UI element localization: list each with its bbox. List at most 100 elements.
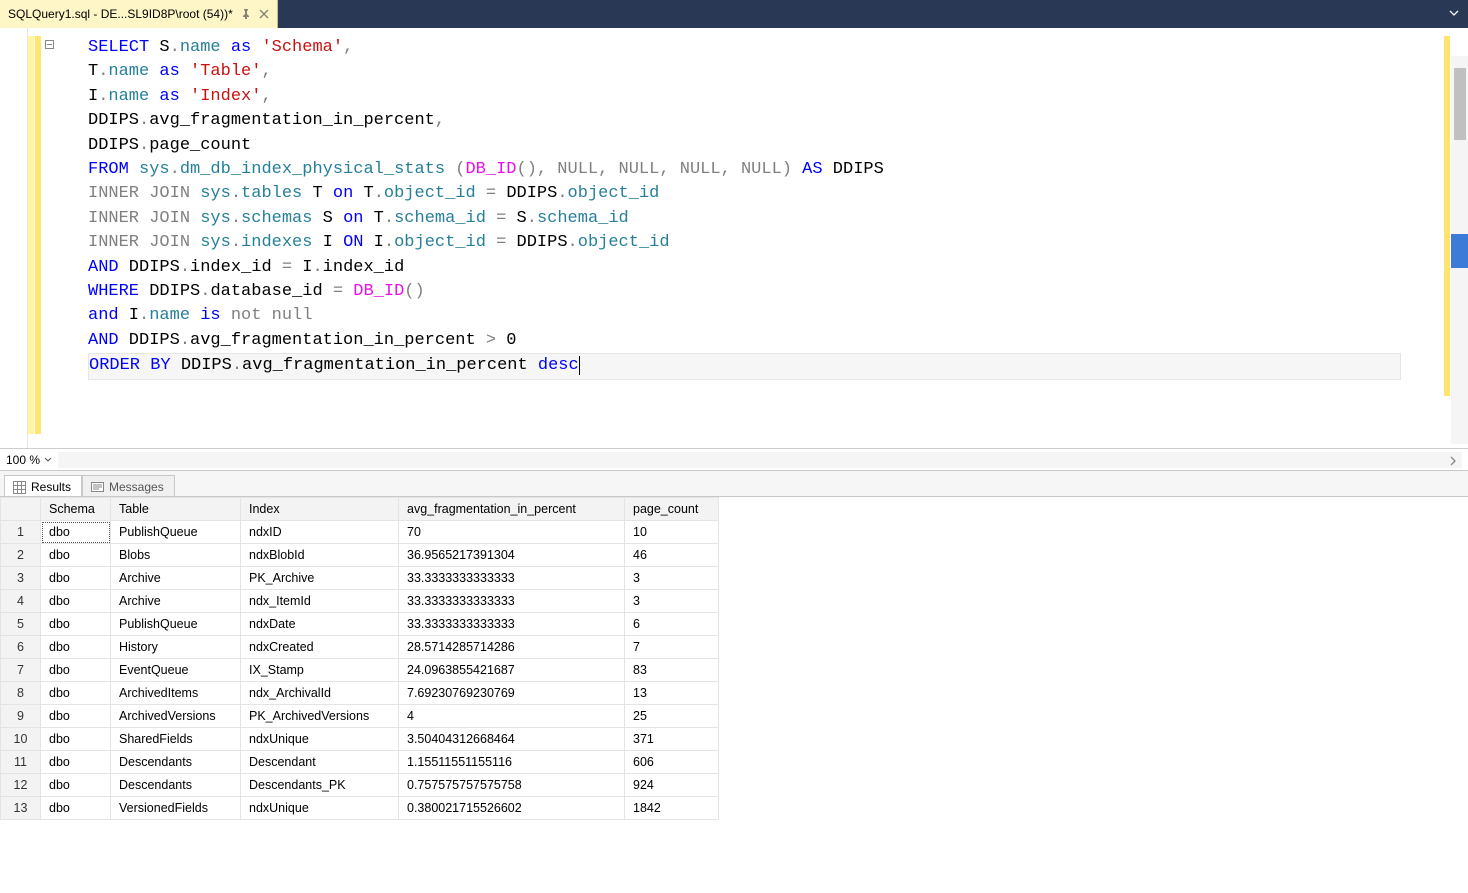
scrollbar-thumb[interactable] (1454, 68, 1466, 140)
cell-page[interactable]: 371 (625, 728, 719, 751)
col-index[interactable]: Index (241, 498, 399, 521)
col-frag[interactable]: avg_fragmentation_in_percent (399, 498, 625, 521)
cell-frag[interactable]: 1.15511551155116 (399, 751, 625, 774)
cell-index[interactable]: ndxDate (241, 613, 399, 636)
cell-table[interactable]: PublishQueue (111, 521, 241, 544)
cell-table[interactable]: Descendants (111, 751, 241, 774)
cell-page[interactable]: 606 (625, 751, 719, 774)
cell-schema[interactable]: dbo (41, 521, 111, 544)
table-row[interactable]: 3dboArchivePK_Archive33.33333333333333 (1, 567, 719, 590)
cell-page[interactable]: 7 (625, 636, 719, 659)
cell-schema[interactable]: dbo (41, 567, 111, 590)
cell-index[interactable]: Descendant (241, 751, 399, 774)
table-row[interactable]: 1dboPublishQueuendxID7010 (1, 521, 719, 544)
cell-table[interactable]: History (111, 636, 241, 659)
cell-page[interactable]: 924 (625, 774, 719, 797)
cell-table[interactable]: ArchivedVersions (111, 705, 241, 728)
table-row[interactable]: 7dboEventQueueIX_Stamp24.096385542168783 (1, 659, 719, 682)
cell-page[interactable]: 6 (625, 613, 719, 636)
cell-table[interactable]: SharedFields (111, 728, 241, 751)
cell-page[interactable]: 3 (625, 567, 719, 590)
cell-table[interactable]: ArchivedItems (111, 682, 241, 705)
cell-index[interactable]: ndx_ArchivalId (241, 682, 399, 705)
cell-schema[interactable]: dbo (41, 682, 111, 705)
cell-index[interactable]: PK_Archive (241, 567, 399, 590)
results-grid[interactable]: Schema Table Index avg_fragmentation_in_… (0, 496, 1468, 893)
cell-index[interactable]: ndxUnique (241, 728, 399, 751)
row-number[interactable]: 7 (1, 659, 41, 682)
cell-frag[interactable]: 70 (399, 521, 625, 544)
cell-frag[interactable]: 28.5714285714286 (399, 636, 625, 659)
table-row[interactable]: 4dboArchivendx_ItemId33.33333333333333 (1, 590, 719, 613)
row-number[interactable]: 11 (1, 751, 41, 774)
cell-frag[interactable]: 33.3333333333333 (399, 613, 625, 636)
row-number[interactable]: 9 (1, 705, 41, 728)
table-row[interactable]: 9dboArchivedVersionsPK_ArchivedVersions4… (1, 705, 719, 728)
code-content[interactable]: SELECT S.name as 'Schema', T.name as 'Ta… (28, 28, 1401, 448)
cell-schema[interactable]: dbo (41, 774, 111, 797)
col-schema[interactable]: Schema (41, 498, 111, 521)
cell-page[interactable]: 25 (625, 705, 719, 728)
cell-index[interactable]: ndxCreated (241, 636, 399, 659)
row-number[interactable]: 12 (1, 774, 41, 797)
cell-page[interactable]: 13 (625, 682, 719, 705)
cell-page[interactable]: 3 (625, 590, 719, 613)
cell-schema[interactable]: dbo (41, 636, 111, 659)
cell-table[interactable]: VersionedFields (111, 797, 241, 820)
cell-page[interactable]: 46 (625, 544, 719, 567)
row-number[interactable]: 1 (1, 521, 41, 544)
tab-overflow-icon[interactable] (1448, 7, 1462, 21)
table-row[interactable]: 8dboArchivedItemsndx_ArchivalId7.6923076… (1, 682, 719, 705)
row-number[interactable]: 3 (1, 567, 41, 590)
col-table[interactable]: Table (111, 498, 241, 521)
cell-index[interactable]: IX_Stamp (241, 659, 399, 682)
table-row[interactable]: 12dboDescendantsDescendants_PK0.75757575… (1, 774, 719, 797)
row-number[interactable]: 10 (1, 728, 41, 751)
zoom-dropdown-icon[interactable] (44, 452, 52, 467)
pin-icon[interactable] (241, 9, 251, 19)
table-row[interactable]: 6dboHistoryndxCreated28.57142857142867 (1, 636, 719, 659)
cell-schema[interactable]: dbo (41, 613, 111, 636)
cell-table[interactable]: PublishQueue (111, 613, 241, 636)
cell-frag[interactable]: 36.9565217391304 (399, 544, 625, 567)
cell-schema[interactable]: dbo (41, 659, 111, 682)
cell-page[interactable]: 1842 (625, 797, 719, 820)
cell-schema[interactable]: dbo (41, 751, 111, 774)
row-number[interactable]: 5 (1, 613, 41, 636)
row-number[interactable]: 6 (1, 636, 41, 659)
cell-frag[interactable]: 7.69230769230769 (399, 682, 625, 705)
cell-table[interactable]: Archive (111, 567, 241, 590)
row-number[interactable]: 8 (1, 682, 41, 705)
cell-table[interactable]: Blobs (111, 544, 241, 567)
col-page[interactable]: page_count (625, 498, 719, 521)
cell-table[interactable]: Archive (111, 590, 241, 613)
cell-page[interactable]: 83 (625, 659, 719, 682)
table-row[interactable]: 5dboPublishQueuendxDate33.33333333333336 (1, 613, 719, 636)
cell-schema[interactable]: dbo (41, 797, 111, 820)
horizontal-scrollbar[interactable] (58, 452, 1462, 468)
row-number[interactable]: 4 (1, 590, 41, 613)
cell-frag[interactable]: 33.3333333333333 (399, 590, 625, 613)
cell-page[interactable]: 10 (625, 521, 719, 544)
table-row[interactable]: 13dboVersionedFieldsndxUnique0.380021715… (1, 797, 719, 820)
cell-schema[interactable]: dbo (41, 544, 111, 567)
cell-index[interactable]: PK_ArchivedVersions (241, 705, 399, 728)
scroll-right-icon[interactable] (1448, 454, 1460, 466)
cell-frag[interactable]: 4 (399, 705, 625, 728)
cell-schema[interactable]: dbo (41, 705, 111, 728)
close-icon[interactable] (259, 9, 269, 19)
cell-table[interactable]: EventQueue (111, 659, 241, 682)
cell-index[interactable]: ndxBlobId (241, 544, 399, 567)
cell-schema[interactable]: dbo (41, 590, 111, 613)
sql-editor[interactable]: SELECT S.name as 'Schema', T.name as 'Ta… (0, 28, 1468, 470)
cell-frag[interactable]: 24.0963855421687 (399, 659, 625, 682)
cell-frag[interactable]: 33.3333333333333 (399, 567, 625, 590)
cell-schema[interactable]: dbo (41, 728, 111, 751)
corner-cell[interactable] (1, 498, 41, 521)
cell-frag[interactable]: 0.380021715526602 (399, 797, 625, 820)
cell-frag[interactable]: 3.50404312668464 (399, 728, 625, 751)
document-tab[interactable]: SQLQuery1.sql - DE...SL9ID8P\root (54))* (0, 0, 278, 28)
cell-index[interactable]: ndxUnique (241, 797, 399, 820)
tab-results[interactable]: Results (4, 475, 82, 497)
table-row[interactable]: 11dboDescendantsDescendant1.155115511551… (1, 751, 719, 774)
